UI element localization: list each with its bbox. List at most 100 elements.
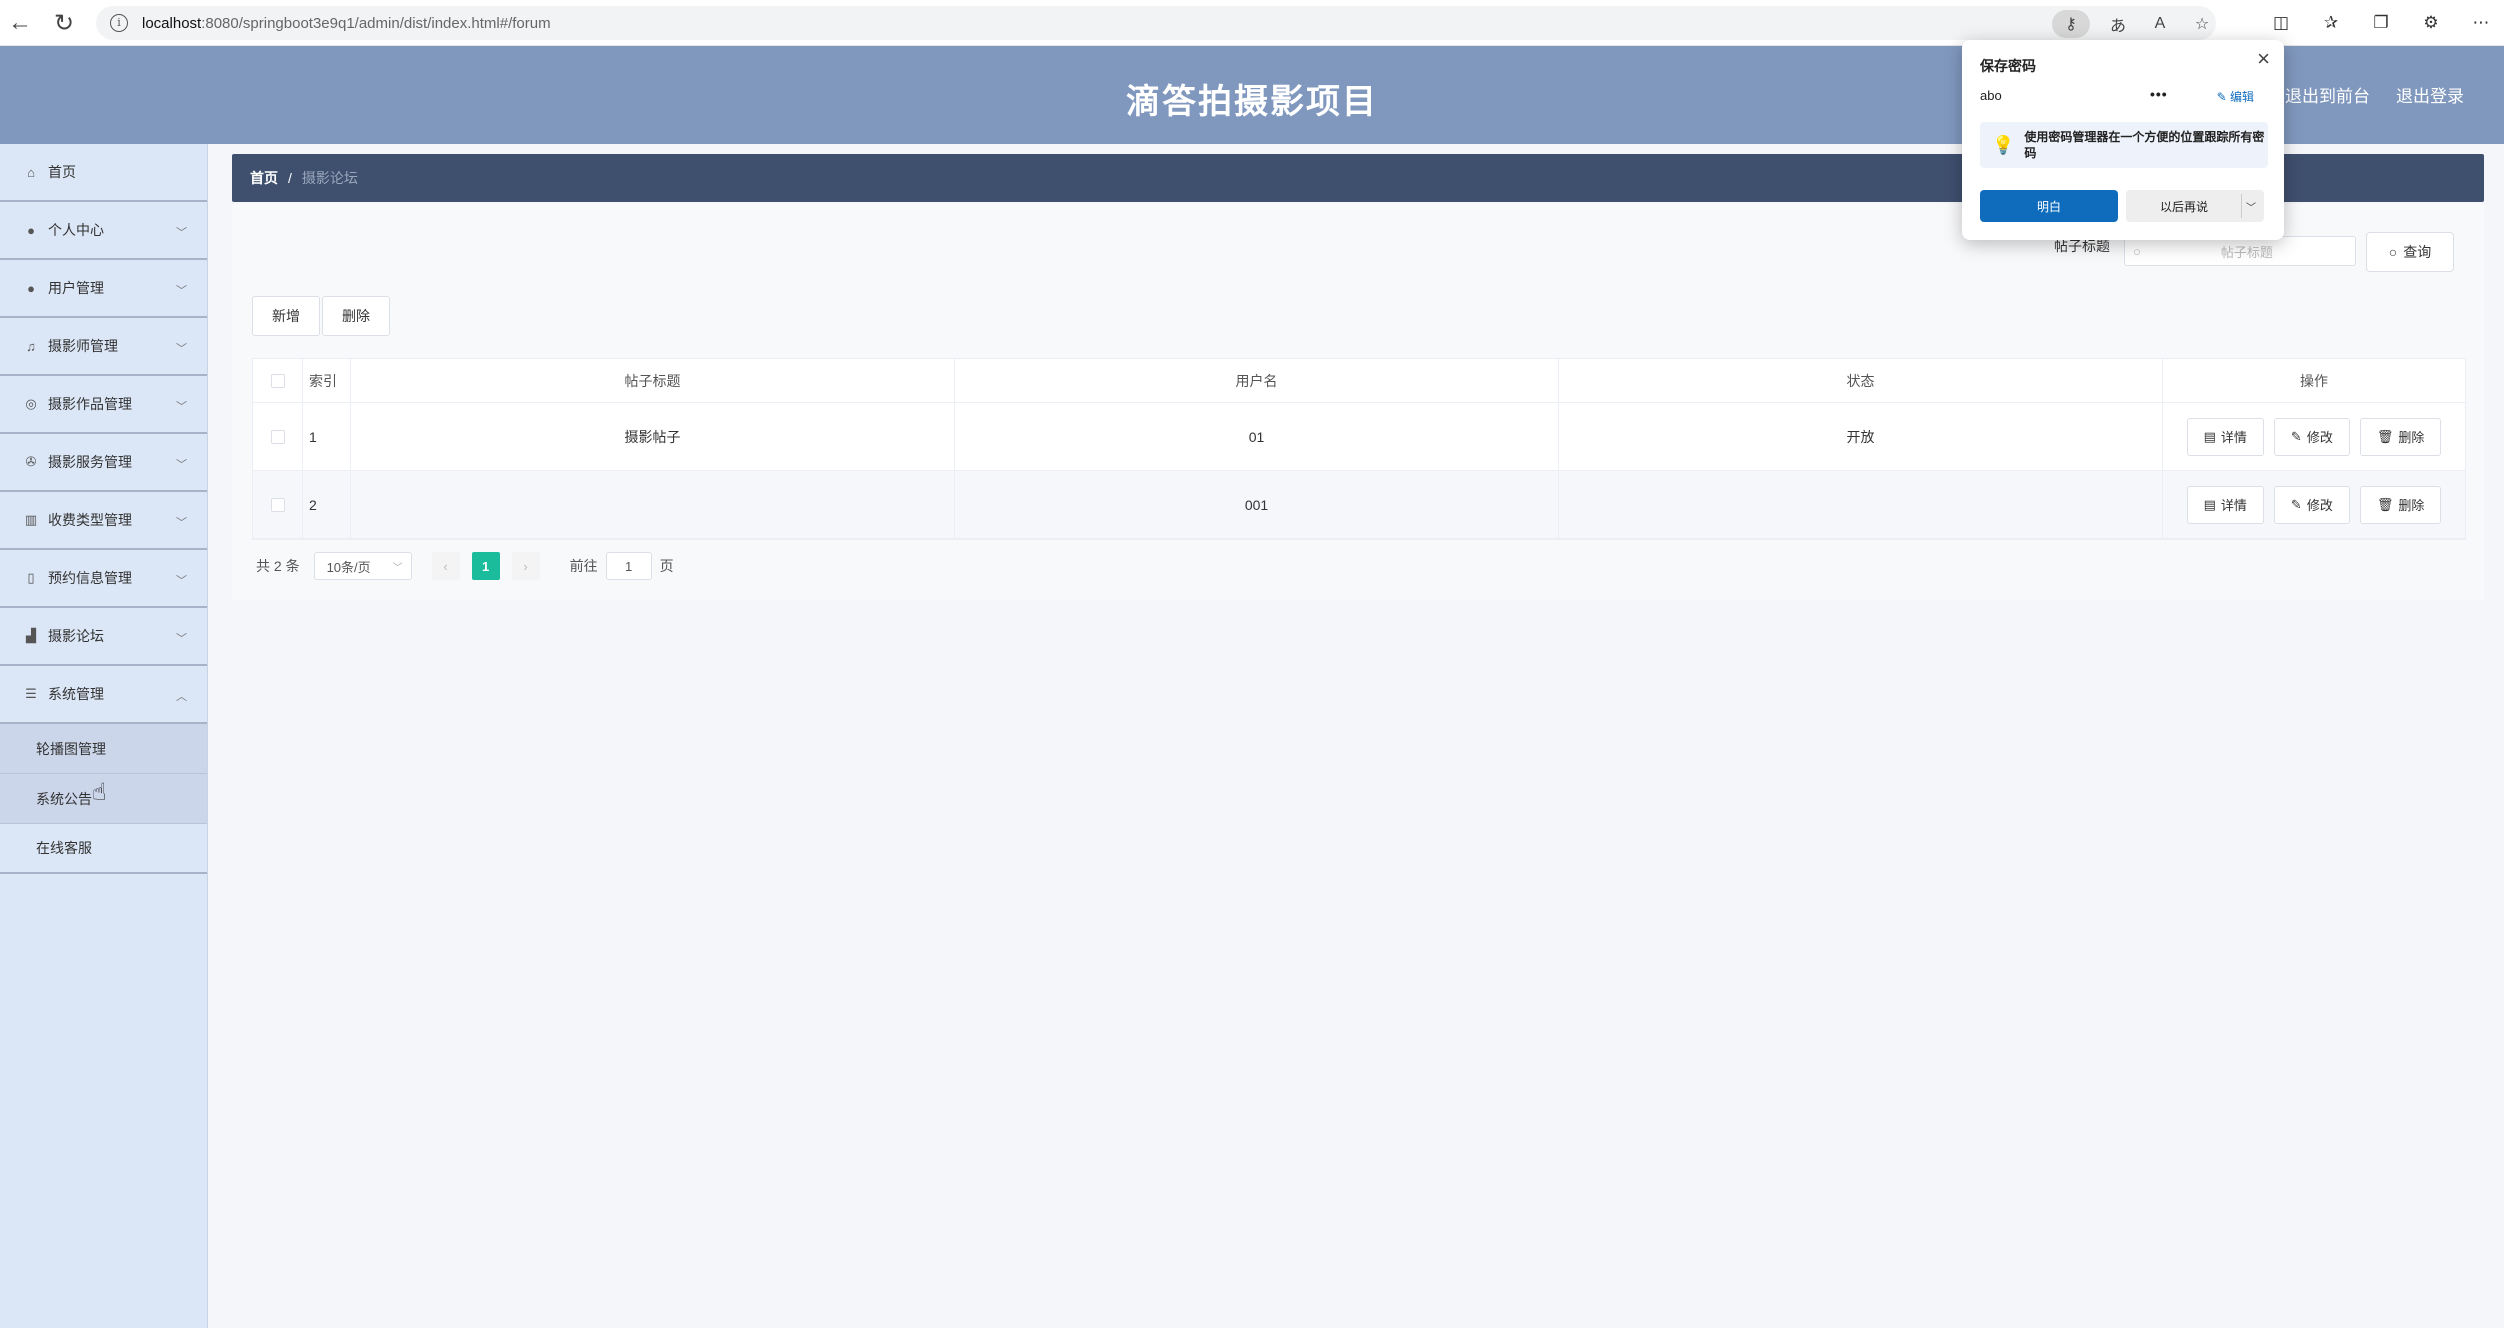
split-screen-icon[interactable]: ◫ (2266, 8, 2296, 38)
page-suffix: 页 (659, 558, 674, 574)
chevron-down-icon: ﹀ (176, 285, 187, 297)
url-host: localhost (142, 14, 202, 32)
next-page-button[interactable]: › (511, 552, 540, 580)
sidebar-subitem-support[interactable]: 在线客服 (0, 824, 207, 874)
logout-link[interactable]: 退出登录 (2396, 82, 2464, 107)
edit-button-label: 修改 (2306, 498, 2333, 513)
row-select-cell (253, 471, 303, 538)
info-icon[interactable]: i (110, 14, 128, 32)
goto-page-input[interactable]: 1 (605, 552, 652, 580)
sidebar-item-works[interactable]: ◎ 摄影作品管理 ﹀ (0, 376, 207, 434)
popup-title: 保存密码 (1980, 58, 2036, 74)
address-bar[interactable]: i localhost:8080/springboot3e9q1/admin/d… (96, 6, 2216, 40)
breadcrumb-home[interactable]: 首页 (250, 168, 278, 188)
delete-button[interactable]: 🗑 删除 (2359, 485, 2442, 524)
breadcrumb-separator: / (288, 170, 292, 186)
header-status: 状态 (1559, 359, 2163, 402)
chevron-down-icon: ﹀ (176, 575, 187, 587)
chevron-down-icon: ﹀ (176, 227, 187, 239)
select-all-checkbox[interactable] (270, 373, 285, 388)
pencil-icon: ✎ (2216, 90, 2227, 104)
table-header: 索引 帖子标题 用户名 状态 操作 (253, 359, 2465, 403)
row-index: 1 (303, 403, 351, 470)
extensions-icon[interactable]: ⚙ (2416, 8, 2446, 38)
row-title: 摄影帖子 (351, 403, 955, 470)
pencil-icon: ✎ (2290, 496, 2302, 512)
sidebar-item-services[interactable]: ✇ 摄影服务管理 ﹀ (0, 434, 207, 492)
refresh-icon[interactable]: ↻ (44, 3, 84, 43)
delete-button[interactable]: 🗑 删除 (2359, 417, 2442, 456)
save-password-popup: 保存密码 × abo ••• ✎ 编辑 💡 使用密码管理器在一个方便的位置跟踪所… (1962, 40, 2284, 240)
chevron-down-icon: ﹀ (176, 517, 187, 529)
search-input[interactable]: ○ 帖子标题 (2124, 236, 2356, 266)
row-title (351, 471, 955, 538)
read-aloud-icon[interactable]: A (2146, 10, 2174, 38)
row-status: 开放 (1559, 403, 2163, 470)
add-button[interactable]: 新增 (252, 296, 320, 336)
batch-delete-button[interactable]: 删除 (322, 296, 390, 336)
sidebar-item-label: 预约信息管理 (48, 570, 132, 586)
popup-tip-text: 使用密码管理器在一个方便的位置跟踪所有密码 (2024, 130, 2265, 160)
sidebar-item-home[interactable]: ⌂ 首页 (0, 144, 207, 202)
collections-icon[interactable]: ❐ (2366, 8, 2396, 38)
popup-later-button[interactable]: 以后再说 ﹀ (2126, 190, 2264, 222)
prev-page-button[interactable]: ‹ (431, 552, 460, 580)
row-index: 2 (303, 471, 351, 538)
back-arrow-icon[interactable]: ← (0, 3, 40, 43)
circle-icon: ◎ (25, 396, 37, 411)
close-icon[interactable]: × (2257, 46, 2270, 72)
sidebar-item-system[interactable]: ☰ 系统管理 ︿ (0, 666, 207, 724)
header-operations: 操作 (2300, 372, 2328, 389)
forum-icon: ▟ (26, 628, 36, 643)
translate-icon[interactable]: あ (2104, 10, 2132, 38)
popup-username: abo (1980, 88, 2002, 103)
popup-masked-password[interactable]: ••• (2150, 86, 2168, 102)
row-checkbox[interactable] (270, 497, 285, 512)
sidebar-item-photographers[interactable]: ♫ 摄影师管理 ﹀ (0, 318, 207, 376)
header-username: 用户名 (955, 359, 1559, 402)
page-number-current[interactable]: 1 (471, 552, 500, 580)
document-icon: ▤ (2203, 496, 2216, 512)
chevron-up-icon: ︿ (176, 691, 187, 703)
breadcrumb-current: 摄影论坛 (301, 170, 358, 186)
back-to-front-link[interactable]: 退出到前台 (2285, 82, 2370, 107)
sidebar-item-label: 摄影论坛 (48, 628, 104, 644)
sidebar-subitem-carousel[interactable]: 轮播图管理 (0, 724, 207, 774)
popup-ok-button[interactable]: 明白 (1980, 190, 2118, 222)
select-all-cell (253, 359, 303, 402)
row-checkbox[interactable] (270, 429, 285, 444)
more-icon[interactable]: ⋯ (2466, 8, 2496, 38)
document-icon: ▤ (2203, 428, 2216, 444)
pencil-icon: ✎ (2290, 428, 2302, 444)
sidebar-item-forum[interactable]: ▟ 摄影论坛 ﹀ (0, 608, 207, 666)
sidebar-item-users[interactable]: ● 用户管理 ﹀ (0, 260, 207, 318)
edit-button-label: 修改 (2306, 430, 2333, 445)
sidebar: ⌂ 首页 ● 个人中心 ﹀ ● 用户管理 ﹀ ♫ 摄影师管理 ﹀ ◎ 摄影作品管… (0, 144, 208, 1328)
popup-edit-link[interactable]: ✎ 编辑 (2217, 88, 2254, 105)
row-username: 001 (955, 471, 1559, 538)
detail-button[interactable]: ▤ 详情 (2186, 417, 2264, 456)
edit-button[interactable]: ✎ 修改 (2273, 485, 2350, 524)
goto-label: 前往 (569, 558, 598, 574)
sidebar-item-profile[interactable]: ● 个人中心 ﹀ (0, 202, 207, 260)
search-icon: ○ (2133, 243, 2141, 259)
favorite-star-icon[interactable]: ☆ (2188, 10, 2216, 38)
key-icon[interactable]: ⚷ (2052, 10, 2090, 38)
user-icon: ● (27, 222, 35, 238)
trash-icon: 🗑 (2376, 496, 2394, 512)
header-index: 索引 (303, 359, 351, 402)
forum-table: 索引 帖子标题 用户名 状态 操作 1 摄影帖子 01 开放 ▤ 详情 ✎ 修改 🗑… (252, 358, 2466, 540)
chevron-down-icon: ﹀ (176, 401, 187, 413)
favorites-icon[interactable]: ✰ (2316, 8, 2346, 38)
settings-icon: ☰ (25, 686, 37, 701)
query-button[interactable]: ○ 查询 (2366, 232, 2454, 272)
edit-button[interactable]: ✎ 修改 (2273, 417, 2350, 456)
url-path: :8080/springboot3e9q1/admin/dist/index.h… (201, 14, 551, 32)
sidebar-item-fee-types[interactable]: ▥ 收费类型管理 ﹀ (0, 492, 207, 550)
chevron-down-icon[interactable]: ﹀ (2246, 199, 2256, 214)
page-size-select[interactable]: 10条/页 ﹀ (313, 552, 412, 580)
sidebar-item-bookings[interactable]: ▯ 预约信息管理 ﹀ (0, 550, 207, 608)
trash-icon: 🗑 (2376, 428, 2394, 444)
detail-button[interactable]: ▤ 详情 (2186, 485, 2264, 524)
chevron-right-icon: › (523, 558, 528, 574)
